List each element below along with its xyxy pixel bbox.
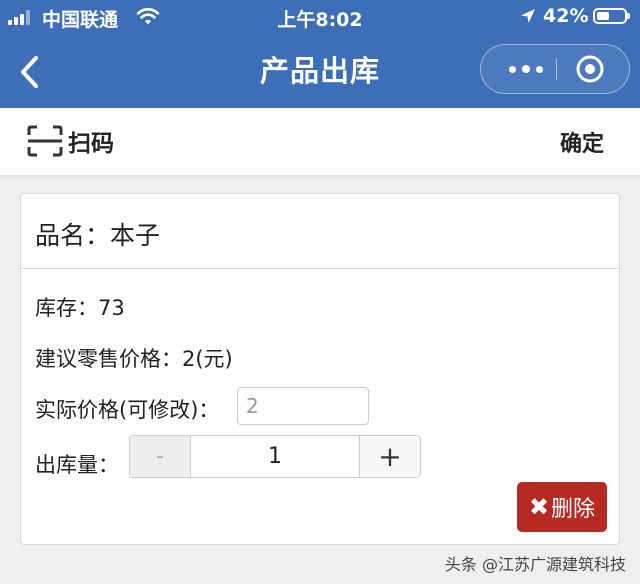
location-arrow-icon bbox=[521, 9, 535, 23]
scan-button[interactable]: 扫码 bbox=[26, 121, 114, 161]
watermark: 头条 @江苏广源建筑科技 bbox=[444, 555, 626, 574]
increment-button[interactable]: + bbox=[359, 436, 420, 477]
scan-label: 扫码 bbox=[68, 131, 114, 157]
delete-button[interactable]: ✖ 删除 bbox=[517, 482, 607, 532]
scan-icon bbox=[27, 125, 63, 157]
toolbar: 扫码 确定 bbox=[0, 108, 640, 175]
suggested-price-text: 建议零售价格：2(元) bbox=[35, 347, 233, 371]
mini-program-capsule bbox=[480, 44, 630, 94]
confirm-button[interactable]: 确定 bbox=[560, 126, 604, 158]
battery-percent: 42% bbox=[543, 5, 589, 27]
stock-text: 库存：73 bbox=[35, 296, 125, 320]
quantity-label: 出库量： bbox=[35, 453, 119, 477]
header: 中国联通 上午8:02 42% 产品出库 bbox=[0, 0, 640, 108]
close-icon: ✖ bbox=[528, 493, 550, 521]
product-name: 品名：本子 bbox=[35, 221, 161, 250]
quantity-value[interactable]: 1 bbox=[191, 436, 359, 477]
status-bar: 中国联通 上午8:02 42% bbox=[0, 0, 640, 34]
decrement-button[interactable]: - bbox=[130, 436, 191, 477]
actual-price-input[interactable] bbox=[237, 387, 369, 425]
target-icon[interactable] bbox=[575, 54, 605, 84]
quantity-stepper: - 1 + bbox=[129, 435, 421, 478]
actual-price-label: 实际价格(可修改)： bbox=[35, 398, 220, 422]
capsule-divider bbox=[556, 58, 557, 80]
more-dots-icon[interactable] bbox=[497, 45, 555, 93]
delete-label: 删除 bbox=[551, 497, 596, 522]
product-card-header: 品名：本子 bbox=[21, 194, 619, 269]
product-card: 品名：本子 库存：73 建议零售价格：2(元) 实际价格(可修改)： 出库量： … bbox=[20, 193, 620, 545]
battery-icon bbox=[593, 8, 630, 24]
